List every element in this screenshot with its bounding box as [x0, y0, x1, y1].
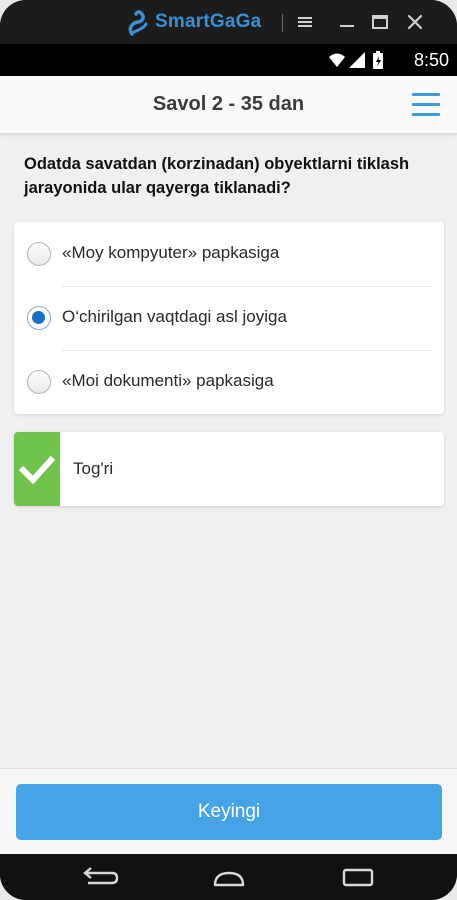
status-time: 8:50 — [413, 50, 449, 70]
answer-option-1[interactable]: «Moy kompyuter» papkasiga — [14, 222, 444, 286]
option-label: «Moy kompyuter» papkasiga — [62, 243, 280, 262]
app-header: Savol 2 - 35 dan — [0, 76, 457, 134]
emulator-title-bar: SmartGaGa — [0, 0, 457, 44]
radio-button-selected[interactable] — [27, 306, 51, 330]
minimize-icon[interactable] — [333, 8, 361, 36]
checkmark-icon — [18, 455, 56, 485]
option-label: O‘chirilgan vaqtdagi asl joyiga — [62, 307, 287, 326]
smartgaga-logo-icon — [128, 10, 148, 36]
result-badge — [14, 432, 60, 506]
recent-apps-icon[interactable] — [340, 865, 376, 889]
radio-button[interactable] — [27, 370, 51, 394]
close-icon[interactable] — [401, 8, 429, 36]
result-text: Tog'ri — [73, 459, 114, 478]
back-icon[interactable] — [82, 865, 120, 889]
answer-options: «Moy kompyuter» papkasiga O‘chirilgan va… — [14, 222, 444, 414]
next-button[interactable]: Keyingi — [16, 784, 442, 840]
page-title: Savol 2 - 35 dan — [152, 93, 305, 115]
title-bar-divider — [282, 14, 283, 32]
emulator-window: SmartGaGa 8:50 Savol 2 - 35 dan Odatda s… — [0, 0, 457, 900]
status-icons — [329, 51, 383, 69]
option-label: «Moi dokumenti» papkasiga — [62, 371, 274, 390]
menu-icon[interactable] — [291, 8, 319, 36]
question-text: Odatda savatdan (korzinadan) obyektlarni… — [24, 155, 410, 197]
battery-icon — [373, 51, 383, 69]
quiz-app: Savol 2 - 35 dan Odatda savatdan (korzin… — [0, 76, 457, 854]
answer-option-3[interactable]: «Moi dokumenti» papkasiga — [14, 350, 444, 414]
hamburger-icon[interactable] — [412, 93, 442, 117]
answer-option-2[interactable]: O‘chirilgan vaqtdagi asl joyiga — [14, 286, 444, 350]
signal-icon — [349, 52, 365, 68]
radio-button[interactable] — [27, 242, 51, 266]
android-nav-bar — [0, 854, 457, 900]
home-icon[interactable] — [211, 865, 247, 889]
footer: Keyingi — [0, 768, 457, 854]
answer-result-card: Tog'ri — [14, 432, 444, 506]
maximize-icon[interactable] — [366, 8, 394, 36]
android-status-bar: 8:50 — [0, 44, 457, 76]
wifi-icon — [329, 53, 345, 67]
emulator-title: SmartGaGa — [155, 11, 262, 32]
